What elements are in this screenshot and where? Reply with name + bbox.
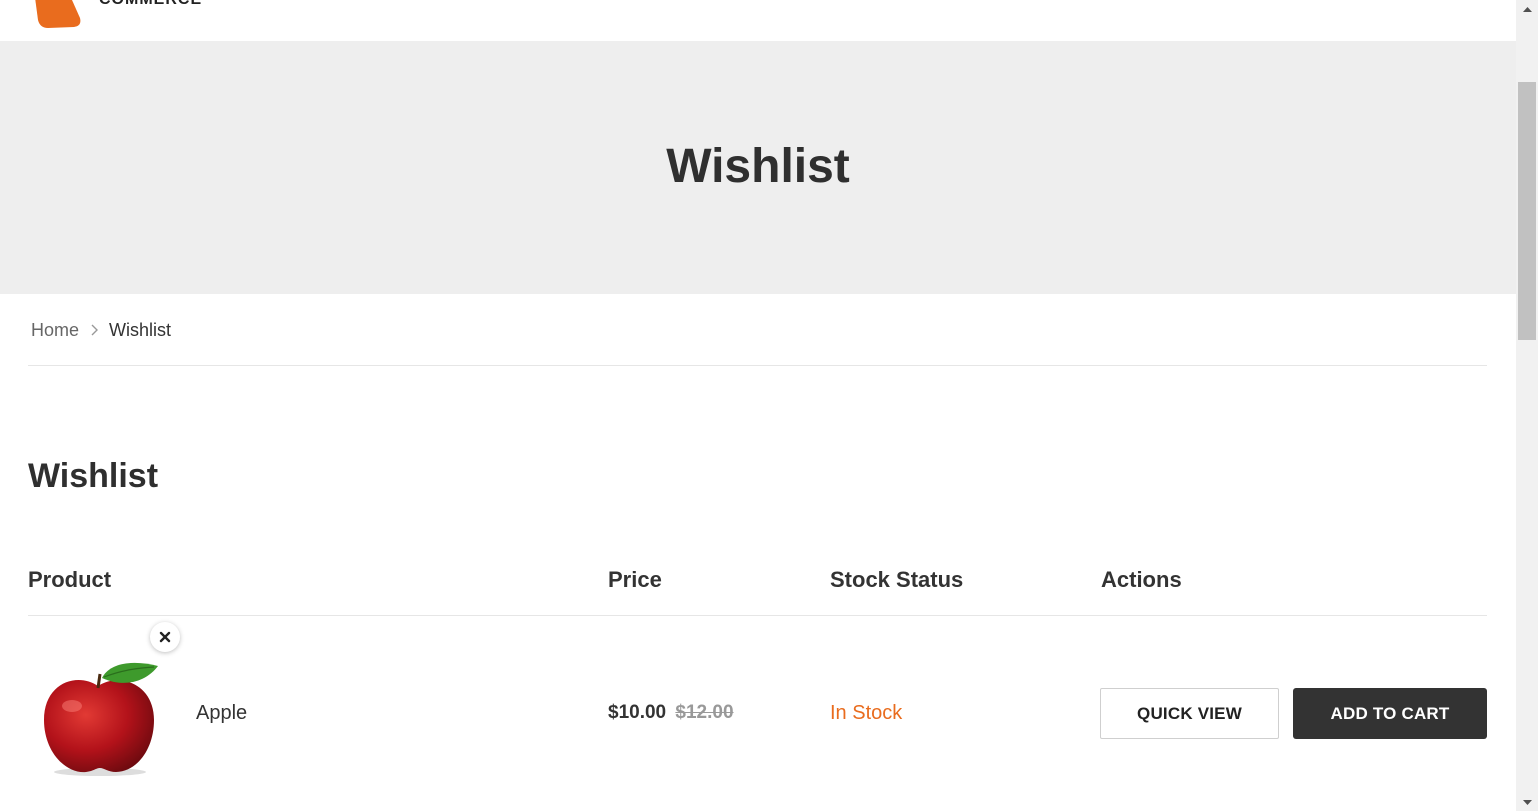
quick-view-button[interactable]: QUICK VIEW	[1100, 688, 1279, 739]
chevron-right-icon	[91, 324, 99, 336]
column-header-actions: Actions	[1101, 567, 1182, 592]
breadcrumb-home-link[interactable]: Home	[31, 318, 79, 342]
product-name[interactable]: Apple	[196, 700, 247, 726]
page-hero: Wishlist	[0, 41, 1516, 294]
scrollbar[interactable]	[1516, 0, 1538, 811]
page: COMMERCE Wishlist Home Wishlist Wishlist…	[0, 0, 1516, 811]
column-header-product: Product	[28, 567, 112, 592]
logo-text[interactable]: COMMERCE	[99, 0, 202, 8]
scroll-up-arrow-icon[interactable]	[1516, 0, 1538, 17]
hero-title: Wishlist	[666, 140, 850, 193]
price-old: $12.00	[675, 702, 734, 723]
price-current: $10.00	[608, 702, 667, 723]
close-icon	[159, 631, 171, 643]
divider	[28, 365, 1487, 366]
breadcrumb: Home Wishlist	[31, 318, 171, 342]
apple-image[interactable]	[38, 660, 162, 778]
breadcrumb-current: Wishlist	[109, 320, 172, 340]
logo-icon[interactable]	[30, 0, 90, 28]
product-price: $10.00 $12.00	[608, 700, 734, 726]
stock-status: In Stock	[830, 702, 903, 724]
scrollbar-thumb[interactable]	[1518, 82, 1536, 340]
remove-item-button[interactable]	[150, 622, 180, 652]
add-to-cart-button[interactable]: ADD TO CART	[1293, 688, 1487, 739]
table-divider	[28, 615, 1487, 616]
scroll-down-arrow-icon[interactable]	[1516, 794, 1538, 811]
section-title: Wishlist	[28, 457, 159, 495]
column-header-stock-status: Stock Status	[830, 567, 964, 592]
site-header: COMMERCE	[0, 0, 1516, 41]
column-header-price: Price	[608, 567, 662, 592]
